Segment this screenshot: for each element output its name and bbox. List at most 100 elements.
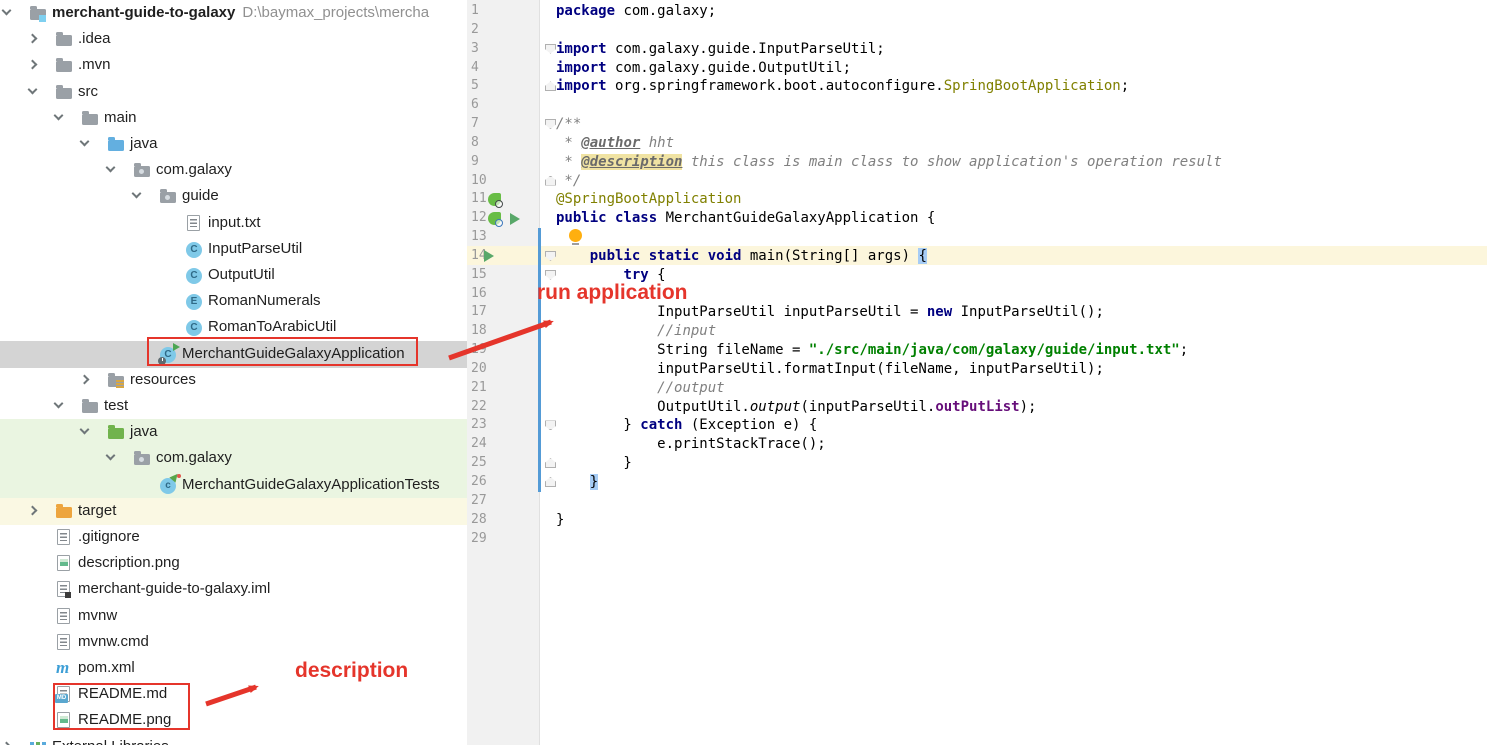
tree-item-label: main xyxy=(104,105,137,131)
code-line-25[interactable]: } xyxy=(467,454,1487,473)
code-line-28[interactable]: } xyxy=(467,511,1487,530)
code-line-8[interactable]: * @author hht xyxy=(467,134,1487,153)
code-line-21[interactable]: //output xyxy=(467,379,1487,398)
tree-row-inputparseutil[interactable]: C InputParseUtil xyxy=(0,236,467,263)
resources-folder-icon xyxy=(108,372,125,389)
tree-row-merchant-guide-to-galaxy-iml[interactable]: merchant-guide-to-galaxy.iml xyxy=(0,576,467,603)
tree-row-test[interactable]: test xyxy=(0,393,467,420)
chevron-right-icon[interactable] xyxy=(28,34,38,44)
project-folder-icon xyxy=(30,5,47,22)
text-file-icon xyxy=(186,215,203,232)
run-gutter-icon[interactable] xyxy=(484,250,494,262)
tree-row-target[interactable]: target xyxy=(0,498,467,525)
chevron-down-icon[interactable] xyxy=(28,84,38,94)
bulb-glass xyxy=(569,229,582,242)
code-line-23[interactable]: } catch (Exception e) { xyxy=(467,416,1487,435)
code-line-3[interactable]: import com.galaxy.guide.InputParseUtil; xyxy=(467,40,1487,59)
tree-row-input-txt[interactable]: input.txt xyxy=(0,210,467,237)
code-line-10[interactable]: */ xyxy=(467,172,1487,191)
tree-row-external-libraries[interactable]: External Libraries xyxy=(0,734,467,745)
annotation-box-readme xyxy=(53,683,190,730)
code-line-18[interactable]: //input xyxy=(467,322,1487,341)
tree-item-label: MerchantGuideGalaxyApplicationTests xyxy=(182,472,440,498)
project-path: D:\baymax_projects\mercha xyxy=(235,4,429,21)
code-line-19[interactable]: String fileName = "./src/main/java/com/g… xyxy=(467,341,1487,360)
chevron-down-icon[interactable] xyxy=(80,137,90,147)
chevron-right-icon[interactable] xyxy=(28,505,38,515)
folder-icon xyxy=(56,57,73,74)
tree-row-gitignore[interactable]: .gitignore xyxy=(0,524,467,551)
tree-row-mvnw[interactable]: mvnw xyxy=(0,603,467,630)
code-line-24[interactable]: e.printStackTrace(); xyxy=(467,435,1487,454)
class-icon: C xyxy=(186,241,203,258)
line-number: 2 xyxy=(471,21,479,40)
excluded-folder-icon xyxy=(56,503,73,520)
chevron-right-icon[interactable] xyxy=(2,741,12,745)
spring-bean-gutter-icon[interactable] xyxy=(488,212,501,225)
tree-row-mvnw-cmd[interactable]: mvnw.cmd xyxy=(0,629,467,656)
run-gutter-icon[interactable] xyxy=(510,213,520,225)
tree-item-label: InputParseUtil xyxy=(208,236,302,262)
class-icon: C xyxy=(186,319,203,336)
code-line-26[interactable]: } xyxy=(467,473,1487,492)
annotation-text-run-application: run application xyxy=(537,281,688,305)
code-line-17[interactable]: InputParseUtil inputParseUtil = new Inpu… xyxy=(467,303,1487,322)
tree-item-label: OutputUtil xyxy=(208,262,275,288)
tree-row-romannumerals[interactable]: E RomanNumerals xyxy=(0,288,467,315)
tree-item-label: RomanNumerals xyxy=(208,288,321,314)
tree-row-merchantguidegalaxyapplicationtests[interactable]: cMerchantGuideGalaxyApplicationTests xyxy=(0,472,467,499)
code-line-12[interactable]: public class MerchantGuideGalaxyApplicat… xyxy=(467,209,1487,228)
tree-row-java[interactable]: java xyxy=(0,131,467,158)
chevron-down-icon[interactable] xyxy=(54,110,64,120)
tree-item-label: .mvn xyxy=(78,52,111,78)
spring-bean-gutter-icon[interactable] xyxy=(488,193,501,206)
chevron-down-icon[interactable] xyxy=(132,189,142,199)
annotation-text-description: description xyxy=(295,659,408,683)
tree-row-idea[interactable]: .idea xyxy=(0,26,467,53)
chevron-right-icon[interactable] xyxy=(28,60,38,70)
chevron-right-icon[interactable] xyxy=(80,374,90,384)
tree-row-outpututil[interactable]: COutputUtil xyxy=(0,262,467,289)
code-line-4[interactable]: import com.galaxy.guide.OutputUtil; xyxy=(467,59,1487,78)
tree-item-label: mvnw xyxy=(78,603,117,629)
tree-row-main[interactable]: main xyxy=(0,105,467,132)
tree-item-label: description.png xyxy=(78,550,180,576)
source-folder-icon xyxy=(108,136,125,153)
chevron-down-icon[interactable] xyxy=(106,163,116,173)
line-number: 13 xyxy=(471,228,487,247)
code-line-5[interactable]: import org.springframework.boot.autoconf… xyxy=(467,77,1487,96)
code-line-20[interactable]: inputParseUtil.formatInput(fileName, inp… xyxy=(467,360,1487,379)
tree-item-label: mvnw.cmd xyxy=(78,629,149,655)
chevron-down-icon[interactable] xyxy=(54,399,64,409)
test-folder-icon xyxy=(108,424,125,441)
package-icon xyxy=(134,450,151,467)
ide-window: merchant-guide-to-galaxyD:\baymax_projec… xyxy=(0,0,1487,745)
code-line-14[interactable]: public static void main(String[] args) { xyxy=(467,247,1487,266)
code-line-22[interactable]: OutputUtil.output(inputParseUtil.outPutL… xyxy=(467,398,1487,417)
code-line-1[interactable]: package com.galaxy; xyxy=(467,2,1487,21)
tree-row-com-galaxy[interactable]: com.galaxy xyxy=(0,157,467,184)
tree-row-com-galaxy[interactable]: com.galaxy xyxy=(0,445,467,472)
chevron-down-icon[interactable] xyxy=(106,451,116,461)
folder-icon xyxy=(56,84,73,101)
code-line-11[interactable]: @SpringBootApplication xyxy=(467,190,1487,209)
tree-item-label: input.txt xyxy=(208,210,261,236)
chevron-down-icon[interactable] xyxy=(80,425,90,435)
class-icon: E xyxy=(186,293,203,310)
code-editor[interactable]: 1package com.galaxy;23import com.galaxy.… xyxy=(467,0,1487,745)
iml-file-icon xyxy=(56,581,73,598)
chevron-down-icon[interactable] xyxy=(2,6,12,16)
tree-row-mvn[interactable]: .mvn xyxy=(0,52,467,79)
code-line-9[interactable]: * @description this class is main class … xyxy=(467,153,1487,172)
tree-row-guide[interactable]: guide xyxy=(0,183,467,210)
tree-row-merchant-guide-to-galaxy[interactable]: merchant-guide-to-galaxyD:\baymax_projec… xyxy=(0,0,467,27)
intention-bulb-icon[interactable] xyxy=(569,229,582,246)
tree-row-src[interactable]: src xyxy=(0,79,467,106)
tree-row-description-png[interactable]: description.png xyxy=(0,550,467,577)
tree-item-label: .idea xyxy=(78,26,111,52)
line-number: 16 xyxy=(471,285,487,304)
tree-row-java[interactable]: java xyxy=(0,419,467,446)
tree-item-label: com.galaxy xyxy=(156,157,232,183)
tree-row-resources[interactable]: resources xyxy=(0,367,467,394)
code-line-7[interactable]: /** xyxy=(467,115,1487,134)
